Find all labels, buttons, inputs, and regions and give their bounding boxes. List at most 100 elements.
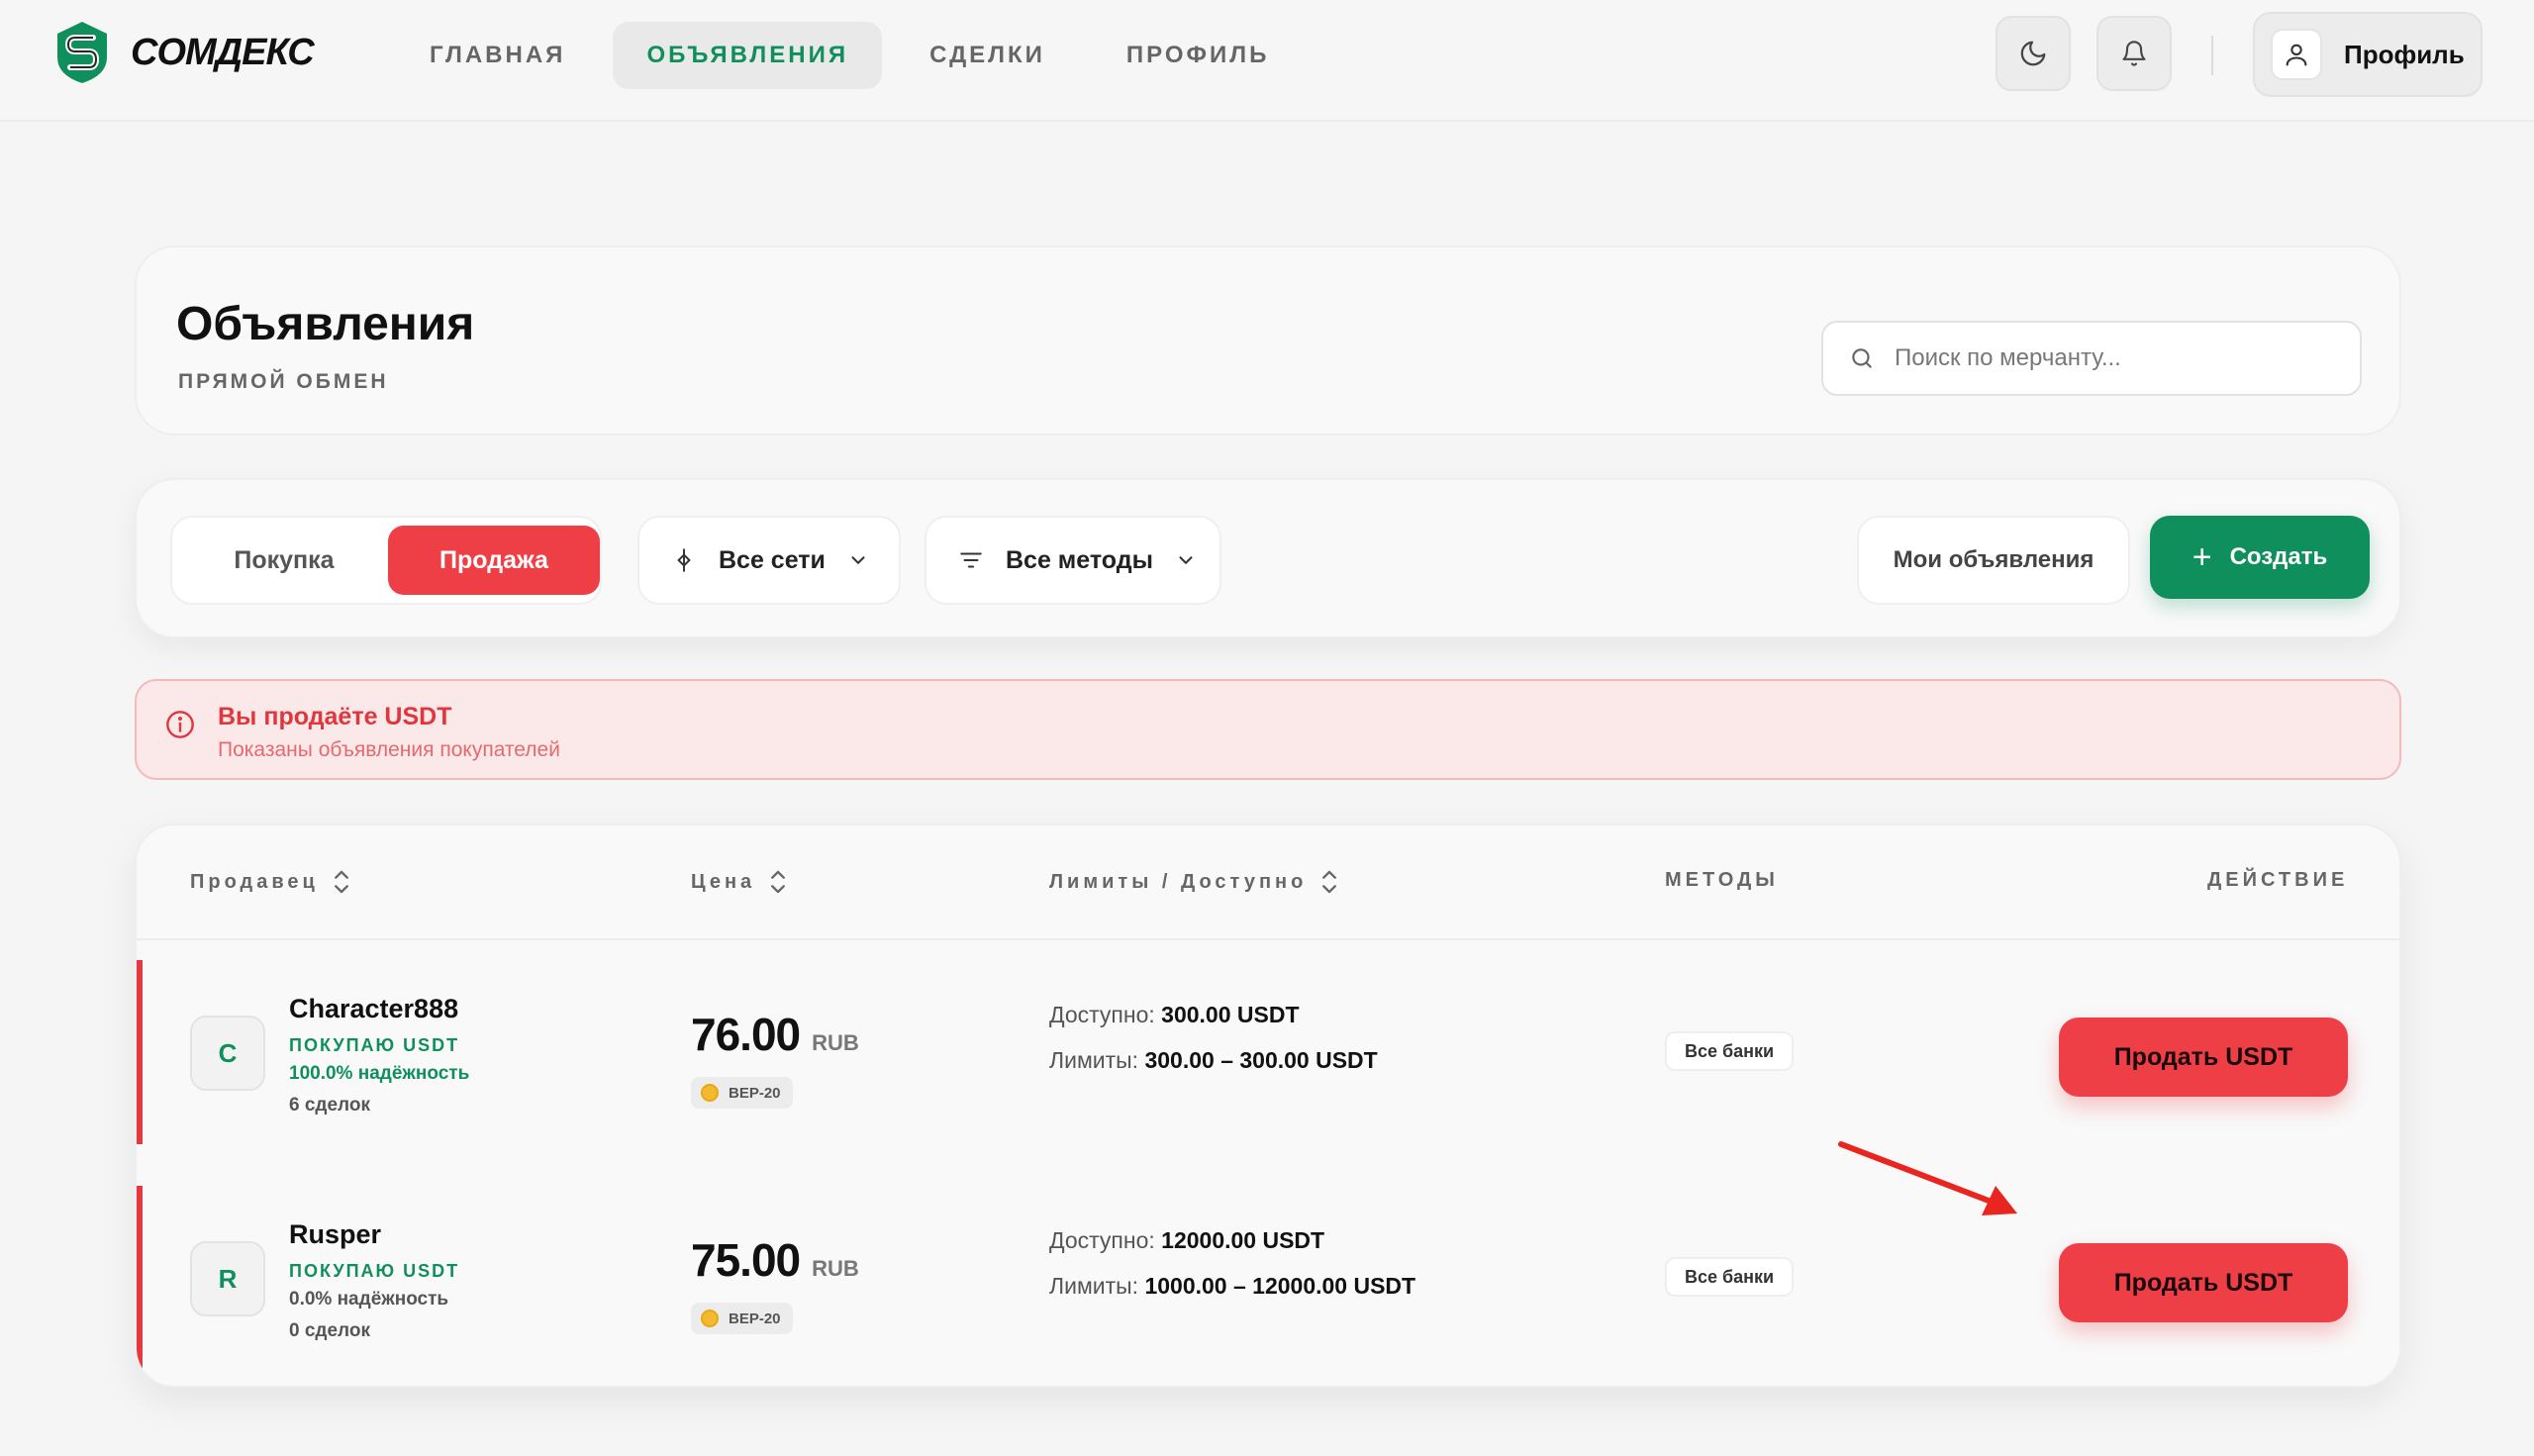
profile-button[interactable]: Профиль xyxy=(2253,12,2483,97)
create-ad-button[interactable]: + Создать xyxy=(2150,516,2370,599)
methods-dropdown[interactable]: Все методы xyxy=(925,516,1221,605)
methods-badge: Все банки xyxy=(1665,1031,1795,1071)
seller-role: ПОКУПАЮ USDT xyxy=(289,1035,460,1055)
seller-reliability: 100.0% надёжность xyxy=(289,1063,470,1084)
filter-icon xyxy=(960,552,982,568)
seller-deals: 0 сделок xyxy=(289,1320,370,1341)
limits-label: Лимиты: xyxy=(1049,1047,1139,1073)
price-currency: RUB xyxy=(812,1030,859,1055)
col-limits-label: Лимиты / Доступно xyxy=(1049,870,1308,893)
col-seller-label: Продавец xyxy=(190,870,319,893)
limits-value: 1000.00 – 12000.00 USDT xyxy=(1144,1273,1416,1299)
available-label: Доступно: xyxy=(1049,1227,1155,1253)
trade-direction-toggle: Покупка Продажа xyxy=(170,516,602,605)
title-card: Объявления ПРЯМОЙ ОБМЕН xyxy=(135,245,2401,436)
methods-badge: Все банки xyxy=(1665,1257,1795,1297)
nav-ads[interactable]: ОБЪЯВЛЕНИЯ xyxy=(613,22,883,89)
nav-deals[interactable]: СДЕЛКИ xyxy=(896,22,1079,89)
row-accent-bar xyxy=(137,1186,143,1370)
seller-role: ПОКУПАЮ USDT xyxy=(289,1261,460,1281)
sort-icon xyxy=(1322,870,1337,894)
merchant-search[interactable] xyxy=(1821,321,2362,396)
page-subtitle: ПРЯМОЙ ОБМЕН xyxy=(178,370,389,393)
limits-value: 300.00 – 300.00 USDT xyxy=(1144,1047,1378,1073)
nav-profile[interactable]: ПРОФИЛЬ xyxy=(1093,22,1303,89)
col-seller[interactable]: Продавец xyxy=(190,869,350,895)
info-icon xyxy=(164,709,196,745)
annotation-arrow-icon xyxy=(1838,1141,2017,1215)
chevron-down-icon xyxy=(1179,556,1193,564)
price: 75.00 RUB xyxy=(691,1233,859,1287)
network-dropdown[interactable]: Все сети xyxy=(637,516,901,605)
limits-label: Лимиты: xyxy=(1049,1273,1139,1299)
sort-icon xyxy=(334,870,348,894)
nav-home[interactable]: ГЛАВНАЯ xyxy=(396,22,599,89)
alert-text: Показаны объявления покупателей xyxy=(218,738,560,761)
network-badge: BEP-20 xyxy=(691,1077,793,1109)
limits-range: Лимиты: 1000.00 – 12000.00 USDT xyxy=(1049,1273,1415,1300)
price-currency: RUB xyxy=(812,1256,859,1281)
sell-usdt-button[interactable]: Продать USDT xyxy=(2059,1243,2348,1322)
row-accent-bar xyxy=(137,960,143,1144)
col-price-label: Цена xyxy=(691,870,756,893)
chevron-down-icon xyxy=(851,556,865,564)
network-label: BEP-20 xyxy=(729,1310,781,1327)
available-value: 300.00 USDT xyxy=(1161,1002,1300,1027)
bell-icon xyxy=(2122,41,2146,66)
profile-label: Профиль xyxy=(2344,39,2465,69)
seller-deals: 6 сделок xyxy=(289,1095,370,1116)
sell-tab[interactable]: Продажа xyxy=(388,526,600,595)
sell-usdt-button[interactable]: Продать USDT xyxy=(2059,1018,2348,1097)
sort-icon xyxy=(771,870,786,894)
theme-toggle-button[interactable] xyxy=(1996,16,2071,91)
header-divider xyxy=(2211,36,2213,75)
seller-reliability: 0.0% надёжность xyxy=(289,1289,449,1310)
available-value: 12000.00 USDT xyxy=(1161,1227,1325,1253)
seller-name[interactable]: Rusper xyxy=(289,1219,381,1250)
col-methods-label: МЕТОДЫ xyxy=(1665,869,1779,891)
page-title: Объявления xyxy=(176,298,475,350)
top-header: СОМДЕКС ГЛАВНАЯ ОБЪЯВЛЕНИЯ СДЕЛКИ ПРОФИЛ… xyxy=(0,0,2534,122)
my-ads-button[interactable]: Мои объявления xyxy=(1857,516,2130,605)
methods-dropdown-label: Все методы xyxy=(1006,545,1153,574)
create-label: Создать xyxy=(2229,543,2328,570)
filter-bar: Покупка Продажа Все сети Все методы Мои … xyxy=(135,478,2401,638)
available-amount: Доступно: 12000.00 USDT xyxy=(1049,1227,1324,1254)
search-input[interactable] xyxy=(1895,344,2350,372)
table-row: R Rusper ПОКУПАЮ USDT 0.0% надёжность 0 … xyxy=(137,1186,2399,1370)
network-label: BEP-20 xyxy=(729,1084,781,1102)
available-label: Доступно: xyxy=(1049,1002,1155,1027)
brand-name: СОМДЕКС xyxy=(131,31,315,73)
price: 76.00 RUB xyxy=(691,1008,859,1061)
price-value: 76.00 xyxy=(691,1009,801,1060)
table-header: Продавец Цена Лимиты / Доступно МЕТОДЫ Д… xyxy=(137,825,2399,940)
buy-tab[interactable]: Покупка xyxy=(180,526,388,595)
col-price[interactable]: Цена xyxy=(691,869,787,895)
search-icon xyxy=(1852,348,1872,368)
bnb-coin-icon xyxy=(701,1084,719,1102)
avatar: R xyxy=(190,1241,265,1316)
col-limits[interactable]: Лимиты / Доступно xyxy=(1049,869,1338,895)
moon-icon xyxy=(2020,41,2046,66)
offers-table: Продавец Цена Лимиты / Доступно МЕТОДЫ Д… xyxy=(135,824,2401,1388)
network-dropdown-label: Все сети xyxy=(719,545,826,574)
main-nav: ГЛАВНАЯ ОБЪЯВЛЕНИЯ СДЕЛКИ ПРОФИЛЬ xyxy=(396,22,1316,89)
s-shield-logo-icon xyxy=(53,20,111,85)
sell-mode-alert: Вы продаёте USDT Показаны объявления пок… xyxy=(135,679,2401,780)
network-badge: BEP-20 xyxy=(691,1303,793,1334)
user-icon xyxy=(2271,29,2322,80)
network-icon xyxy=(677,548,691,572)
avatar: C xyxy=(190,1016,265,1091)
col-methods: МЕТОДЫ xyxy=(1665,869,1779,892)
price-value: 75.00 xyxy=(691,1234,801,1286)
alert-title: Вы продаёте USDT xyxy=(218,703,452,730)
brand-logo[interactable]: СОМДЕКС xyxy=(53,20,315,85)
available-amount: Доступно: 300.00 USDT xyxy=(1049,1002,1300,1028)
notifications-button[interactable] xyxy=(2096,16,2172,91)
col-action: ДЕЙСТВИЕ xyxy=(2207,869,2348,892)
table-row: C Character888 ПОКУПАЮ USDT 100.0% надёж… xyxy=(137,960,2399,1144)
seller-name[interactable]: Character888 xyxy=(289,994,458,1024)
bnb-coin-icon xyxy=(701,1310,719,1327)
plus-icon: + xyxy=(2192,538,2212,576)
limits-range: Лимиты: 300.00 – 300.00 USDT xyxy=(1049,1047,1378,1074)
